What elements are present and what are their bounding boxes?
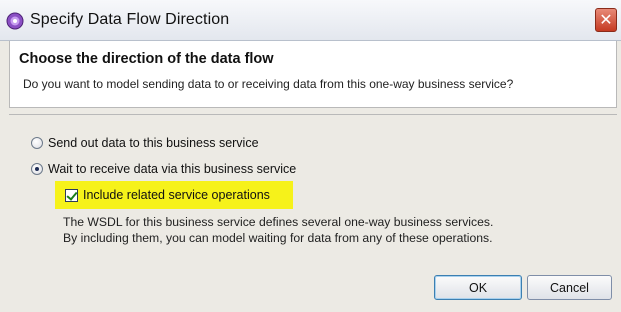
include-related-checkbox[interactable] <box>65 188 78 202</box>
header-title: Choose the direction of the data flow <box>19 51 274 67</box>
note-line-2: By including them, you can model waiting… <box>63 231 493 245</box>
wizard-icon <box>6 12 24 30</box>
send-radio[interactable] <box>31 137 43 149</box>
cancel-button[interactable]: Cancel <box>527 275 612 300</box>
close-icon: ✕ <box>599 12 613 29</box>
note-line-1: The WSDL for this business service defin… <box>63 215 494 229</box>
close-button[interactable]: ✕ <box>595 8 617 32</box>
receive-option[interactable]: Wait to receive data via this business s… <box>31 162 296 176</box>
window-title: Specify Data Flow Direction <box>30 11 230 28</box>
ok-button[interactable]: OK <box>434 275 522 300</box>
header-description: Do you want to model sending data to or … <box>23 77 514 91</box>
receive-label: Wait to receive data via this business s… <box>48 162 297 176</box>
receive-radio[interactable] <box>31 163 43 175</box>
dialog: Specify Data Flow Direction ✕ Choose the… <box>0 0 621 312</box>
include-related-label: Include related service operations <box>83 188 270 202</box>
send-option[interactable]: Send out data to this business service <box>31 136 259 150</box>
header-banner: Choose the direction of the data flow Do… <box>9 41 617 108</box>
title-bar[interactable]: Specify Data Flow Direction ✕ <box>0 0 621 41</box>
send-label: Send out data to this business service <box>48 136 259 150</box>
content-area: Send out data to this business service W… <box>9 115 617 312</box>
include-related-option[interactable]: Include related service operations <box>65 188 270 202</box>
